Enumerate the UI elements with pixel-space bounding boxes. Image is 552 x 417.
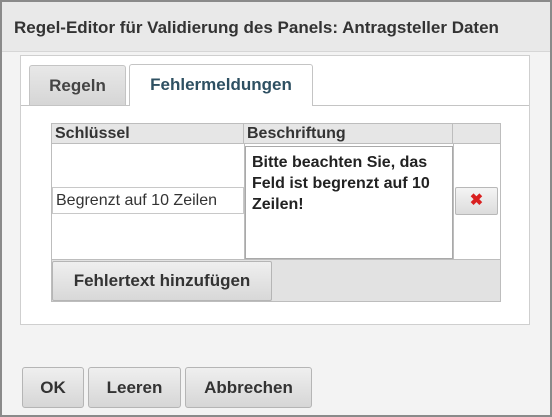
column-header-action — [452, 123, 501, 144]
rule-editor-dialog: Regel-Editor für Validierung des Panels:… — [0, 0, 552, 417]
column-header-key[interactable]: Schlüssel — [51, 123, 244, 144]
add-error-text-button[interactable]: Fehlertext hinzufügen — [52, 261, 272, 301]
tab-panel-container: Regeln Fehlermeldungen Schlüssel Beschri… — [20, 55, 530, 325]
table-row: Bitte beachten Sie, das Feld ist begrenz… — [51, 143, 501, 260]
tab-fehlermeldungen[interactable]: Fehlermeldungen — [129, 64, 313, 106]
tab-regeln[interactable]: Regeln — [29, 65, 126, 106]
cancel-button[interactable]: Abbrechen — [185, 367, 312, 408]
close-x-icon: ✖ — [469, 192, 484, 209]
dialog-title: Regel-Editor für Validierung des Panels:… — [14, 18, 499, 37]
clear-button[interactable]: Leeren — [88, 367, 181, 408]
table-footer: Fehlertext hinzufügen — [51, 259, 501, 302]
key-input[interactable] — [52, 187, 244, 214]
ok-button[interactable]: OK — [22, 367, 84, 408]
column-header-label[interactable]: Beschriftung — [243, 123, 453, 144]
delete-row-button[interactable]: ✖ — [455, 187, 498, 215]
label-textarea[interactable]: Bitte beachten Sie, das Feld ist begrenz… — [245, 146, 453, 259]
dialog-titlebar[interactable]: Regel-Editor für Validierung des Panels:… — [2, 2, 550, 52]
